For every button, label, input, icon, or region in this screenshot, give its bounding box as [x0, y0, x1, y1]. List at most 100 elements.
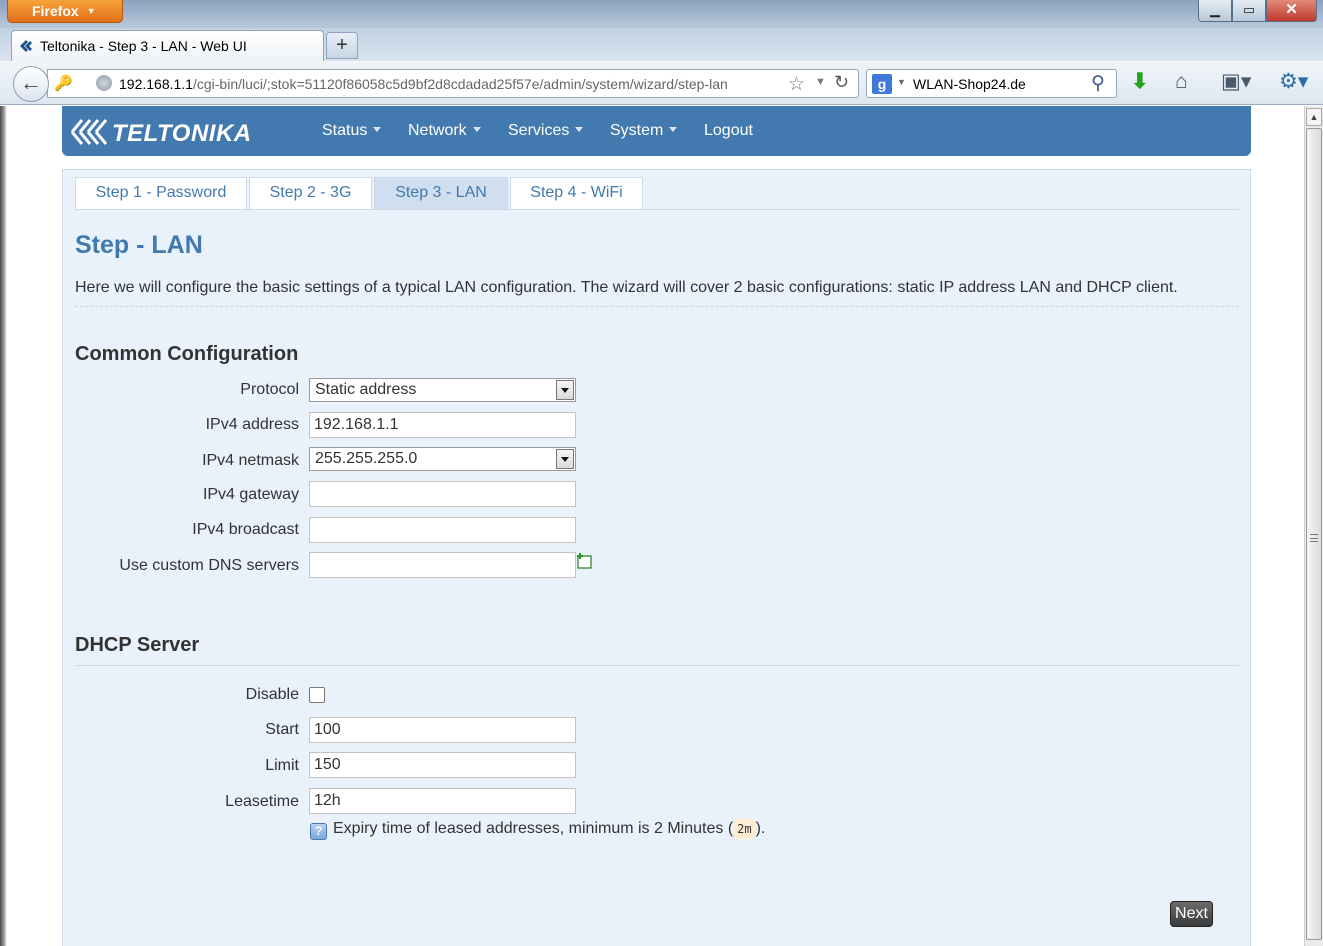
disable-label: Disable — [245, 686, 299, 703]
url-path: /cgi-bin/luci/;stok=51120f86058c5d9bf2d8… — [192, 76, 728, 92]
protocol-select[interactable]: Static address — [309, 378, 576, 402]
ipv4-address-input[interactable]: 192.168.1.1 — [309, 412, 576, 438]
chevron-down-icon: ▼ — [86, 6, 96, 16]
menu-logout-label: Logout — [704, 122, 753, 139]
tabs-divider — [75, 209, 1239, 210]
menu-system-label: System — [610, 122, 664, 139]
tab-step-password[interactable]: Step 1 - Password — [75, 177, 247, 209]
ipv4-broadcast-input[interactable] — [309, 517, 576, 543]
menu-logout[interactable]: Logout — [704, 122, 753, 140]
menu-services-label: Services — [508, 122, 570, 139]
menu-status-label: Status — [322, 122, 368, 139]
menu-network-label: Network — [408, 122, 467, 139]
window-left-edge — [0, 106, 7, 946]
hint-text-prefix: Expiry time of leased addresses, minimum… — [333, 820, 734, 837]
maximize-icon: ▭ — [1242, 2, 1256, 17]
dropdown-arrow-icon[interactable] — [556, 380, 574, 400]
menu-status[interactable]: Status — [322, 122, 382, 140]
ipv4-broadcast-label: IPv4 broadcast — [192, 521, 299, 538]
browser-tab-active[interactable]: Teltonika - Step 3 - LAN - Web UI — [11, 30, 324, 61]
url-bar[interactable]: 🔑 192.168.1.1/cgi-bin/luci/;stok=51120f8… — [47, 69, 859, 98]
next-button[interactable]: Next — [1170, 901, 1213, 927]
page-title: Step - LAN — [75, 231, 203, 259]
dhcp-divider — [75, 665, 1239, 666]
search-input[interactable]: WLAN-Shop24.de — [913, 76, 1026, 92]
close-icon: ✕ — [1285, 1, 1298, 18]
page-description: Here we will configure the basic setting… — [75, 279, 1178, 296]
help-icon: ? — [310, 823, 327, 840]
search-bar[interactable]: g ▼ WLAN-Shop24.de ⚲ — [866, 69, 1117, 98]
disable-checkbox[interactable] — [309, 687, 325, 703]
section-title-common: Common Configuration — [75, 343, 299, 365]
dropdown-arrow-icon[interactable] — [556, 449, 574, 469]
back-button[interactable]: ← — [13, 66, 49, 102]
menu-network[interactable]: Network — [408, 122, 481, 140]
chevron-down-icon — [373, 127, 382, 132]
dns-input[interactable] — [309, 552, 576, 578]
teltonika-logo-mark-icon — [70, 119, 108, 145]
url-history-dropdown-icon[interactable]: ▼ — [815, 76, 826, 88]
ipv4-address-label: IPv4 address — [205, 416, 299, 433]
home-icon[interactable]: ⌂ — [1175, 70, 1188, 94]
wizard-content: Step 1 - Password Step 2 - 3G Step 3 - L… — [62, 169, 1251, 946]
search-engine-dropdown-icon[interactable]: ▼ — [897, 77, 906, 87]
ipv4-gateway-input[interactable] — [309, 481, 576, 507]
section-title-dhcp: DHCP Server — [75, 634, 200, 656]
close-window-button[interactable]: ✕ — [1266, 0, 1317, 22]
chevron-down-icon — [669, 127, 678, 132]
plus-icon: + — [336, 34, 348, 56]
new-tab-button[interactable]: + — [326, 32, 358, 59]
bookmark-star-icon[interactable]: ☆ — [788, 73, 805, 96]
ipv4-gateway-label: IPv4 gateway — [202, 486, 299, 503]
tab-step-wifi[interactable]: Step 4 - WiFi — [510, 177, 643, 209]
browser-tab-title: Teltonika - Step 3 - LAN - Web UI — [40, 38, 247, 54]
bookmarks-menu-icon[interactable]: ▣▾ — [1221, 70, 1251, 94]
hint-code: 2m — [733, 819, 756, 839]
ipv4-netmask-select[interactable]: 255.255.255.0 — [309, 447, 576, 471]
add-entry-icon[interactable] — [576, 552, 594, 570]
chevron-down-icon — [472, 127, 481, 132]
tab-step-3g[interactable]: Step 2 - 3G — [249, 177, 372, 209]
url-host: 192.168.1.1 — [119, 76, 193, 92]
menu-services[interactable]: Services — [508, 122, 584, 140]
scroll-grip-icon — [1310, 534, 1318, 542]
hint-text-suffix: ). — [755, 820, 766, 837]
description-divider — [75, 306, 1239, 307]
tab-strip: Teltonika - Step 3 - LAN - Web UI + — [0, 28, 1323, 61]
addon-icon[interactable]: ⚙▾ — [1279, 70, 1308, 94]
firefox-menu-label: Firefox — [32, 3, 79, 19]
teltonika-logo[interactable]: TELTONIKA — [68, 112, 268, 152]
minimize-icon: ▁ — [1210, 2, 1220, 17]
navigation-toolbar: 🔑 192.168.1.1/cgi-bin/luci/;stok=51120f8… — [0, 61, 1323, 105]
ipv4-netmask-value: 255.255.255.0 — [315, 450, 418, 467]
ipv4-netmask-label: IPv4 netmask — [202, 452, 299, 469]
leasetime-input[interactable]: 12h — [309, 788, 576, 814]
url-text[interactable]: 192.168.1.1/cgi-bin/luci/;stok=51120f860… — [119, 76, 728, 92]
teltonika-favicon-icon — [20, 40, 32, 52]
google-search-engine-icon[interactable]: g — [872, 74, 892, 94]
chevron-down-icon — [575, 127, 584, 132]
minimize-button[interactable]: ▁ — [1198, 0, 1232, 22]
globe-icon — [96, 75, 112, 91]
logo-text: TELTONIKA — [112, 120, 252, 147]
download-icon[interactable]: ⬇ — [1131, 70, 1149, 94]
maximize-button[interactable]: ▭ — [1232, 0, 1266, 22]
leasetime-hint: ? Expiry time of leased addresses, minimu… — [310, 819, 766, 840]
site-identity-key-icon[interactable]: 🔑 — [54, 74, 73, 92]
firefox-menu-button[interactable]: Firefox ▼ — [7, 0, 123, 23]
reload-icon[interactable]: ↻ — [834, 72, 849, 93]
menu-system[interactable]: System — [610, 122, 678, 140]
start-label: Start — [265, 721, 299, 738]
search-icon[interactable]: ⚲ — [1091, 72, 1105, 95]
start-input[interactable]: 100 — [309, 717, 576, 743]
scroll-up-arrow-icon[interactable]: ▲ — [1306, 108, 1322, 126]
vertical-scrollbar[interactable]: ▲ — [1304, 106, 1323, 946]
protocol-value: Static address — [315, 381, 417, 398]
scrollbar-thumb[interactable] — [1306, 128, 1322, 940]
limit-input[interactable]: 150 — [309, 752, 576, 778]
limit-label: Limit — [265, 757, 299, 774]
protocol-label: Protocol — [240, 381, 299, 398]
leasetime-label: Leasetime — [225, 793, 299, 810]
window-titlebar: Firefox ▼ ▁ ▭ ✕ — [0, 0, 1323, 28]
tab-step-lan[interactable]: Step 3 - LAN — [374, 177, 508, 209]
